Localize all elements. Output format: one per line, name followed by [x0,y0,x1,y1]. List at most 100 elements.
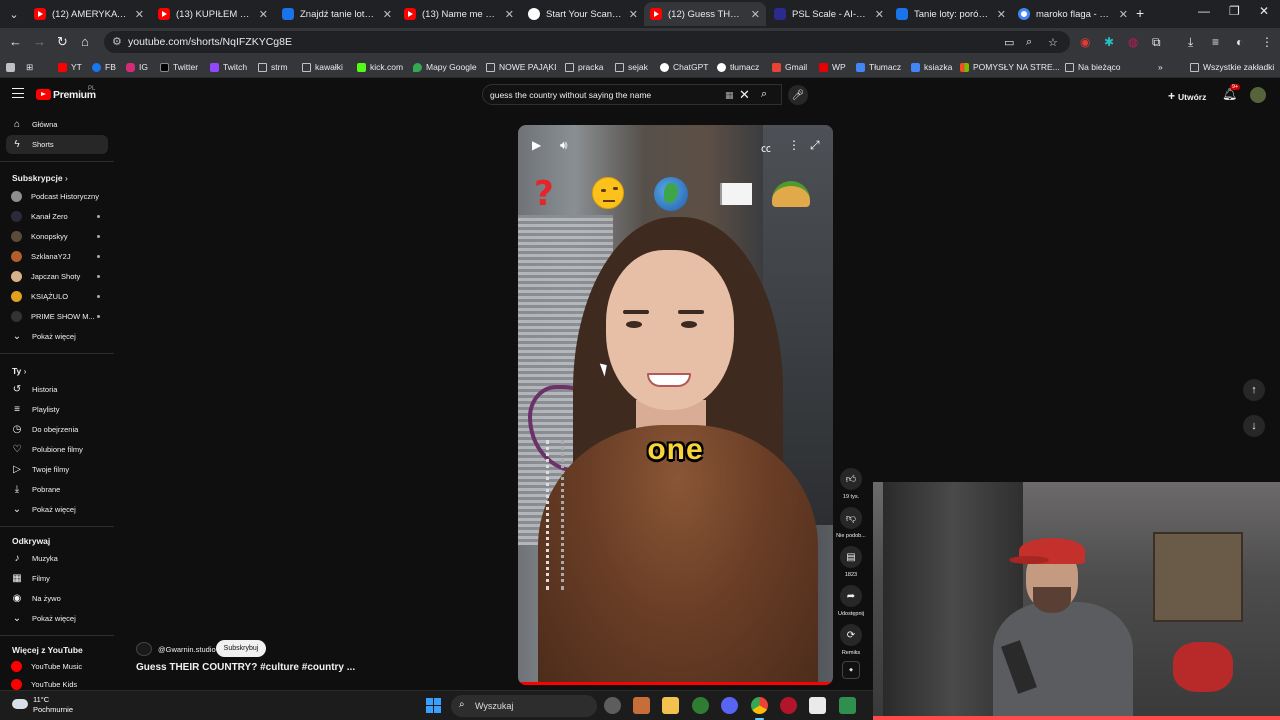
sidebar-subscription[interactable]: PRIME SHOW M... [6,307,108,326]
bookmark-item[interactable]: Twitch [210,60,247,74]
bookmark-item[interactable]: YT [58,60,82,74]
zoom-icon[interactable]: ⌕ [1026,36,1032,49]
sidebar-item-liked[interactable]: ♡ Polubione filmy [6,440,108,459]
voice-search-icon[interactable]: 🎤︎ [788,85,808,105]
bookmark-item[interactable]: ksiazka [911,60,952,74]
sidebar-item-shorts[interactable]: ϟ Shorts [6,135,108,154]
bookmark-folder[interactable]: NOWE PAJĄKI [486,60,556,74]
remix-button[interactable]: ⟳ Remiks [834,624,868,656]
browser-tab[interactable]: Start Your Scan | Face ✕ [522,2,644,26]
all-bookmarks[interactable]: Wszystkie zakładki [1190,60,1274,74]
share-button[interactable]: ➦ Udostępnij [834,585,868,617]
more-options-icon[interactable]: ⋮ [788,138,800,152]
search-input[interactable]: guess the country without saying the nam… [482,84,782,105]
bookmark-folder[interactable]: kawałki [302,60,343,74]
sound-channel-thumbnail[interactable]: ◆ [842,661,860,679]
bookmark-item[interactable]: Twitter [160,60,198,74]
show-more-subscriptions[interactable]: ⌄ Pokaż więcej [6,327,108,346]
sidebar-subscription[interactable]: Konopskyy [6,227,108,246]
browser-tab-active[interactable]: (12) Guess THEIR CO ✕ [644,2,766,26]
recording-extension-icon[interactable]: ◉ [1080,35,1090,49]
play-icon[interactable]: ▶ [532,138,541,152]
video-title[interactable]: Guess THEIR COUNTRY? #culture #country .… [136,662,355,673]
discord-icon[interactable] [721,697,738,714]
forward-icon[interactable]: → [33,34,46,49]
cast-icon[interactable]: ▭ [1004,36,1014,49]
bookmark-item[interactable]: tłumacz [717,60,759,74]
like-button[interactable]: 👍︎ 19 tys. [834,468,868,500]
close-tab-icon[interactable]: ✕ [751,8,760,21]
bookmark-folder[interactable]: strm [258,60,288,74]
close-tab-icon[interactable]: ✕ [383,8,392,21]
sidebar-item-downloads[interactable]: ⤓ Pobrane [6,480,108,499]
avatar[interactable] [1250,87,1266,103]
close-tab-icon[interactable]: ✕ [505,8,514,21]
address-bar[interactable]: ⚙ youtube.com/shorts/NqIFZKYCg8E ▭ ⌕ ☆ [104,31,1070,53]
captions-icon[interactable]: ㏄ [761,140,771,155]
profile-icon[interactable]: ◐ [1236,35,1243,49]
more-bookmarks-icon[interactable]: » [1158,60,1163,74]
subscribe-button[interactable]: Subskrybuj [216,640,266,657]
sidebar-item-watch-later[interactable]: ◷ Do obejrzenia [6,420,108,439]
close-tab-icon[interactable]: ✕ [259,8,268,21]
close-tab-icon[interactable]: ✕ [135,8,144,21]
close-tab-icon[interactable]: ✕ [997,8,1006,21]
tab-search-menu-icon[interactable]: ⌄ [4,4,24,24]
bookmark-item[interactable]: Tłumacz [856,60,901,74]
bookmark-item[interactable]: Mapy Google [413,60,477,74]
bookmark-item[interactable]: WP [819,60,846,74]
opera-icon[interactable] [780,697,797,714]
browser-tab[interactable]: (13) Name me a cour ✕ [398,2,520,26]
close-tab-icon[interactable]: ✕ [875,8,884,21]
spreadsheet-app-icon[interactable] [839,697,856,714]
youtube-logo-icon[interactable] [36,89,51,100]
browser-tab[interactable]: Tanie loty: porównaj ✕ [890,2,1012,26]
browser-tab[interactable]: Znajdź tanie loty z Kr ✕ [276,2,398,26]
menu-icon[interactable] [12,88,24,98]
you-heading[interactable]: Ty › [12,366,27,376]
windows-start-icon[interactable] [426,698,441,713]
weather-widget[interactable]: 11°C Pochmurnie [33,695,73,715]
channel-name[interactable]: @Gwarnin.studio [158,645,216,654]
photos-app-icon[interactable] [633,697,650,714]
bookmark-item[interactable]: Gmail [772,60,807,74]
downloads-icon[interactable]: ⤓ [1188,35,1193,50]
new-tab-icon[interactable]: + [1136,5,1144,21]
cloud-icon[interactable] [12,699,28,709]
sidebar-subscription[interactable]: Kanał Zero [6,207,108,226]
shorts-video-player[interactable]: ▶ 🔊︎ ㏄ ⋮ ⤢ ? one [518,125,833,685]
shield-app-icon[interactable] [692,697,709,714]
back-icon[interactable]: ← [9,34,22,49]
task-view-icon[interactable] [604,697,621,714]
show-more-explore[interactable]: ⌄ Pokaż więcej [6,609,108,628]
close-window-icon[interactable]: ✕ [1259,4,1269,18]
next-short-icon[interactable]: ↓ [1243,415,1265,437]
sidebar-item-music[interactable]: ♪ Muzyka [6,549,108,568]
sidebar-subscription[interactable]: KSIĄŻULO [6,287,108,306]
sidebar-item-your-videos[interactable]: ▷ Twoje filmy [6,460,108,479]
sidebar-subscription[interactable]: Podcast Historyczny [6,187,108,206]
bookmark-item[interactable]: IG [126,60,148,74]
extension-icon[interactable]: ✱ [1104,35,1114,49]
bookmarks-sidepanel-icon[interactable] [6,60,19,74]
keyboard-icon[interactable]: ▦ [725,90,734,101]
sidebar-item-movies[interactable]: ▦ Filmy [6,569,108,588]
bookmark-item[interactable]: ChatGPT [660,60,708,74]
browser-menu-icon[interactable]: ⋮ [1261,35,1273,49]
bookmark-star-icon[interactable]: ☆ [1048,36,1058,49]
volume-icon[interactable]: 🔊︎ [560,138,568,153]
home-icon[interactable]: ⌂ [81,34,89,49]
sidebar-item-history[interactable]: ↺ Historia [6,380,108,399]
bookmark-item[interactable]: kick.com [357,60,403,74]
clear-search-icon[interactable]: ✕ [739,87,750,103]
browser-tab[interactable]: PSL Scale - AI-Powe ✕ [768,2,890,26]
browser-tab[interactable]: (13) KUPIŁEM DOM! ✕ [152,2,274,26]
bookmark-item[interactable]: FB [92,60,116,74]
extensions-puzzle-icon[interactable]: ⧉ [1152,35,1161,50]
sidebar-subscription[interactable]: SzklanaY2J [6,247,108,266]
close-tab-icon[interactable]: ✕ [1119,8,1128,21]
close-tab-icon[interactable]: ✕ [629,8,638,21]
sidebar-item-home[interactable]: ⌂ Główna [6,115,108,134]
obs-app-icon[interactable] [809,697,826,714]
channel-avatar[interactable] [136,642,152,656]
